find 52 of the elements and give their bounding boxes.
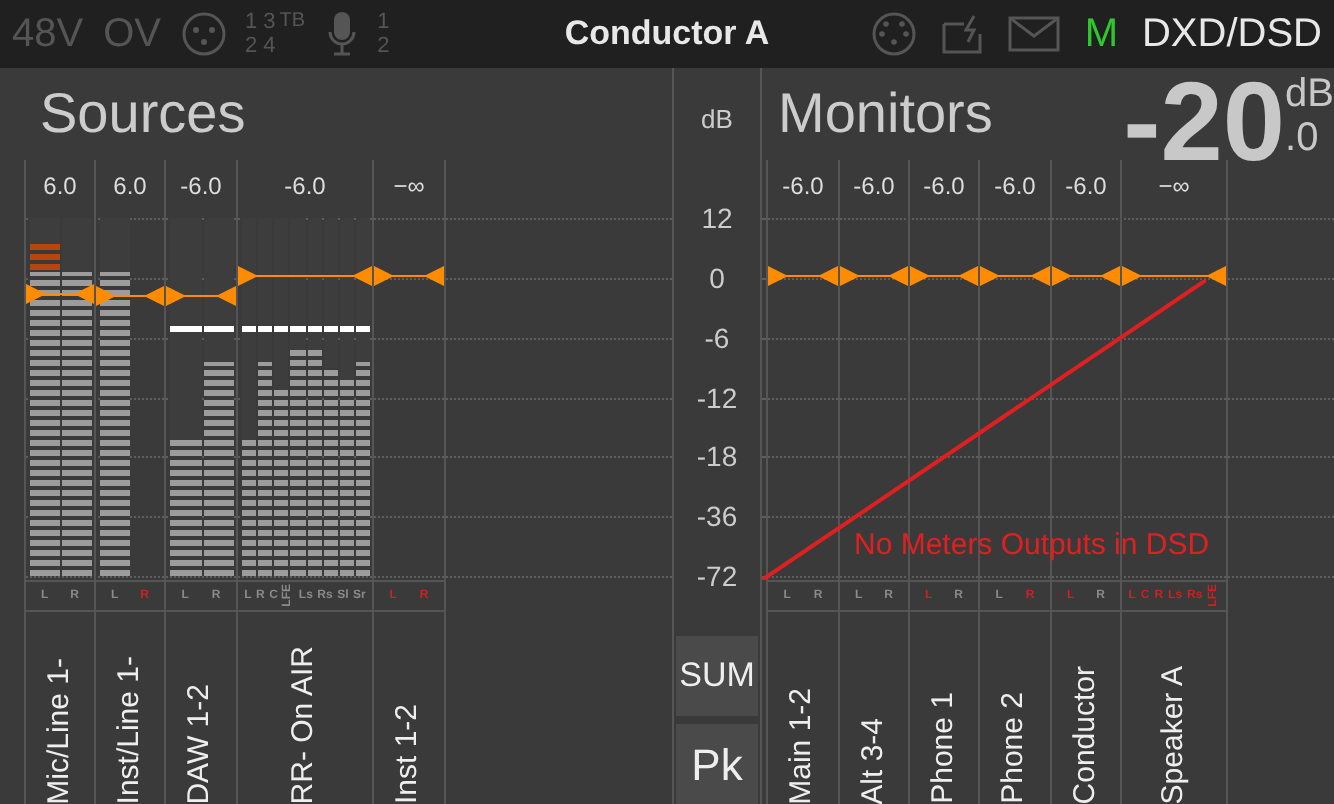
gain-fader-marker[interactable] xyxy=(840,265,908,286)
scale-tick: 12 xyxy=(699,202,735,234)
status-message: No Meters Outputs in DSD xyxy=(854,526,1210,566)
channel-name[interactable]: RR- On AIR xyxy=(282,645,328,804)
scale-tick: 0 xyxy=(707,261,727,294)
channel-name[interactable]: Inst/Line 1- xyxy=(107,655,153,804)
gain-fader-marker[interactable] xyxy=(26,283,94,304)
channel-name[interactable]: Alt 3-4 xyxy=(851,717,897,804)
scale-tick: -6 xyxy=(702,321,732,354)
channel-name[interactable]: Speaker A xyxy=(1151,665,1197,804)
section-title: Sources xyxy=(40,80,246,148)
channel-name[interactable]: Main 1-2 xyxy=(780,687,826,804)
volume-unit: dB xyxy=(1285,72,1334,116)
channel-name[interactable]: Phone 2 xyxy=(992,692,1038,804)
gain-fader-marker[interactable] xyxy=(1052,265,1120,286)
channel-name[interactable]: Inst 1-2 xyxy=(386,703,432,804)
gain-fader-marker[interactable] xyxy=(238,265,372,286)
gain-value: -6.0 xyxy=(923,170,965,204)
gain-value: 6.0 xyxy=(113,170,147,204)
channel-name[interactable]: DAW 1-2 xyxy=(178,683,224,804)
gain-fader-marker[interactable] xyxy=(980,265,1050,286)
window-title: Conductor A xyxy=(564,12,770,57)
scale-tick: -36 xyxy=(694,500,740,533)
gain-value: −∞ xyxy=(393,170,425,204)
gain-fader-marker[interactable] xyxy=(96,286,164,307)
status-text: DXD/DSD xyxy=(1141,14,1322,54)
scale-tick: -72 xyxy=(694,560,740,592)
channel-name[interactable]: Conductor xyxy=(1063,665,1109,804)
gain-fader-marker[interactable] xyxy=(374,265,444,286)
meter-mode-button[interactable]: SUM xyxy=(676,636,758,716)
channel-name[interactable]: Phone 1 xyxy=(921,692,967,804)
section-title: Monitors xyxy=(778,80,993,148)
gain-fader-marker[interactable] xyxy=(166,286,236,307)
gain-value: -6.0 xyxy=(284,170,326,204)
volume-decimal: .0 xyxy=(1285,116,1321,160)
gain-value: -6.0 xyxy=(1065,170,1107,204)
meter-mode-button[interactable]: Pk xyxy=(676,724,758,804)
gain-value: -6.0 xyxy=(180,170,222,204)
gain-fader-marker[interactable] xyxy=(768,265,838,286)
channel-name[interactable]: Mic/Line 1- xyxy=(37,657,83,804)
unit-label: dB xyxy=(701,102,733,139)
gain-value: −∞ xyxy=(1158,170,1190,204)
gain-value: -6.0 xyxy=(853,170,895,204)
monitor-volume[interactable]: -20 xyxy=(1123,72,1286,172)
mode-indicator: M xyxy=(1084,14,1118,54)
gain-value: -6.0 xyxy=(994,170,1036,204)
gain-fader-marker[interactable] xyxy=(1122,265,1226,286)
scale-tick: -12 xyxy=(694,381,740,413)
gain-fader-marker[interactable] xyxy=(910,265,978,286)
gain-value: -6.0 xyxy=(782,170,824,204)
scale-tick: -18 xyxy=(694,440,740,473)
gain-value: 6.0 xyxy=(43,170,77,204)
